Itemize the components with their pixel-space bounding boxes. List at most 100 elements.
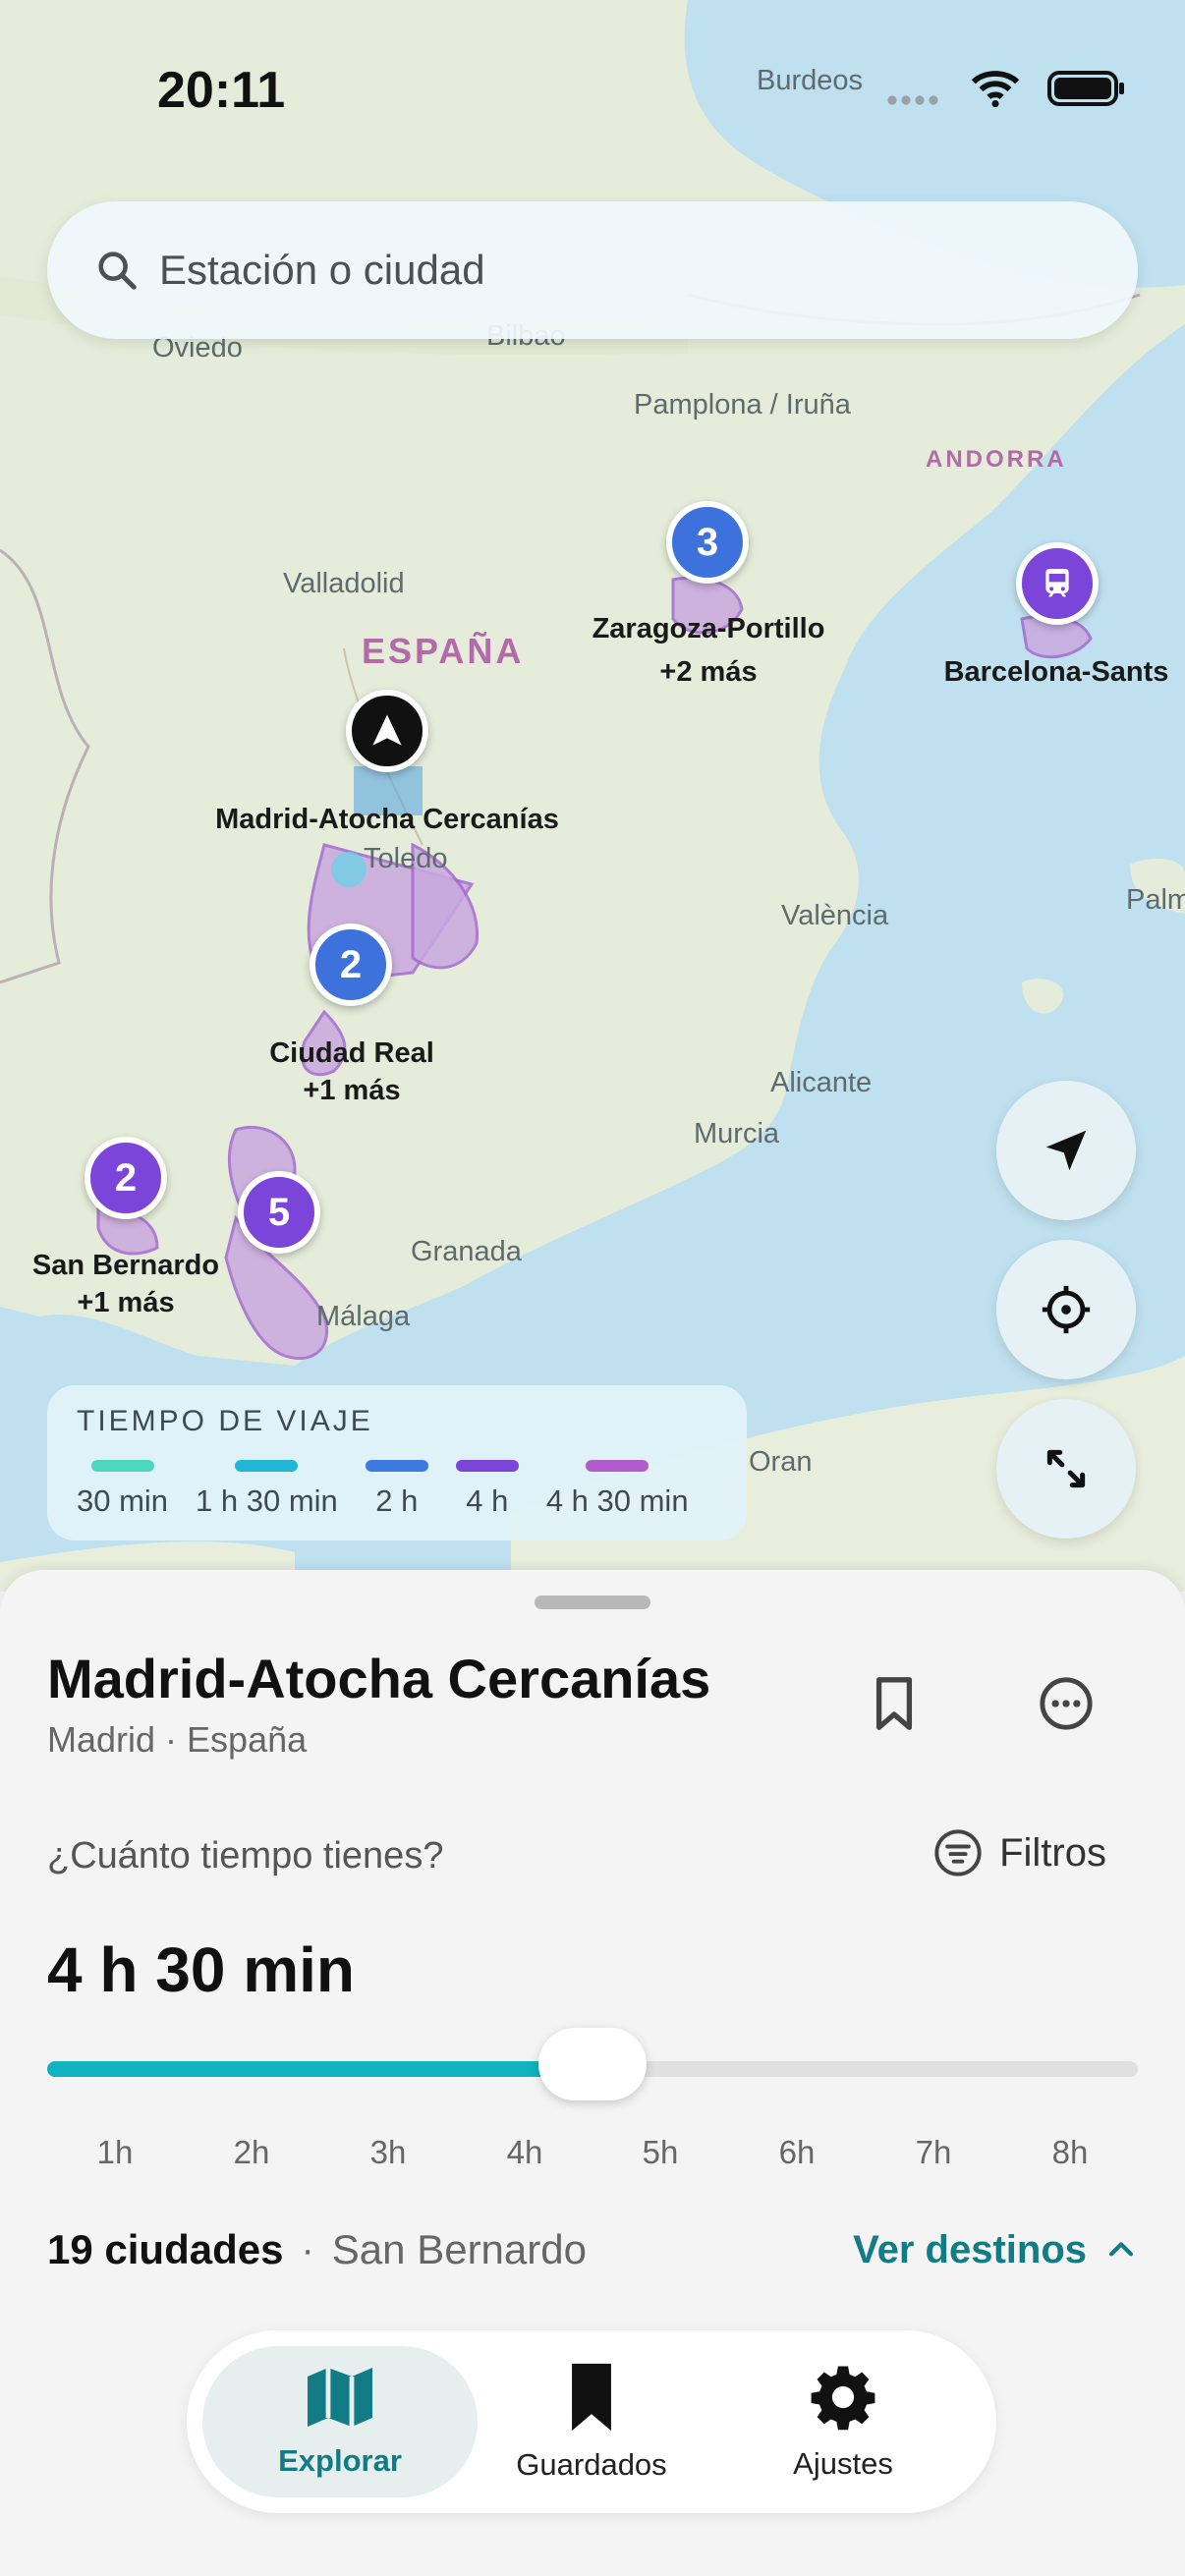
map-label-andorra: ANDORRA	[926, 446, 1067, 473]
map-label-valladolid: Valladolid	[283, 568, 405, 599]
legend-item: 2 h	[365, 1460, 428, 1519]
slider-tick: 4h	[506, 2134, 543, 2170]
time-slider[interactable]	[47, 2028, 1138, 2100]
status-bar: 20:11	[0, 0, 1185, 196]
time-slider-fill	[47, 2061, 592, 2077]
station-subtitle: Madrid · España	[47, 1719, 308, 1760]
filters-label: Filtros	[999, 1830, 1106, 1875]
see-destinations-label: Ver destinos	[853, 2227, 1087, 2271]
map-label-granada: Granada	[411, 1236, 522, 1267]
legend-label: 1 h 30 min	[196, 1484, 338, 1518]
tab-label: Guardados	[516, 2447, 667, 2482]
status-time: 20:11	[157, 62, 286, 119]
see-destinations-button[interactable]: Ver destinos	[853, 2228, 1138, 2272]
slider-tick: 7h	[915, 2134, 952, 2170]
map-icon	[308, 2368, 372, 2427]
legend-swatch	[455, 1460, 519, 1472]
tab-ajustes[interactable]: Ajustes	[705, 2346, 981, 2497]
filter-icon	[934, 1829, 982, 1876]
station-label-barcelona: Barcelona-Sants	[943, 656, 1169, 688]
time-slider-thumb[interactable]	[538, 2028, 647, 2100]
save-station-button[interactable]	[855, 1664, 933, 1743]
legend-label: 2 h	[375, 1484, 419, 1518]
cluster-pin-zaragoza[interactable]: 3	[666, 501, 749, 584]
map-label-oran: Oran	[749, 1446, 813, 1478]
legend-label: 4 h 30 min	[545, 1484, 689, 1518]
travel-time-legend: TIEMPO DE VIAJE 30 min 1 h 30 min 2 h 4 …	[47, 1385, 747, 1540]
map-view[interactable]: Burdeos Oviedo Bilbao Pamplona / Iruña A…	[0, 0, 1185, 1592]
legend-title: TIEMPO DE VIAJE	[77, 1405, 373, 1437]
legend-swatch	[365, 1460, 428, 1472]
gear-icon	[811, 2366, 875, 2431]
location-arrow-icon	[1045, 1130, 1087, 1171]
search-bar[interactable]: Estación o ciudad	[47, 201, 1138, 339]
navigation-icon	[372, 714, 402, 746]
slider-tick: 2h	[233, 2134, 270, 2170]
results-summary: 19 ciudades · San Bernardo Ver destinos	[47, 2226, 1138, 2273]
legend-item: 30 min	[77, 1460, 168, 1519]
cluster-pin-ciudad-real[interactable]: 2	[310, 924, 392, 1006]
cluster-label-san-bernardo: San Bernardo	[31, 1250, 220, 1281]
slider-tick: 6h	[778, 2134, 816, 2170]
bookmark-icon	[572, 2363, 611, 2432]
filters-button[interactable]: Filtros	[932, 1827, 1106, 1878]
time-question: ¿Cuánto tiempo tienes?	[47, 1835, 444, 1876]
tab-guardados[interactable]: Guardados	[454, 2346, 729, 2497]
cluster-more-ciudad-real: +1 más	[303, 1075, 401, 1106]
legend-label: 30 min	[77, 1484, 169, 1518]
station-title: Madrid-Atocha Cercanías	[47, 1648, 711, 1709]
tab-label: Explorar	[278, 2443, 402, 2478]
legend-swatch	[586, 1460, 649, 1472]
map-label-valencia: València	[781, 900, 889, 931]
expand-icon	[1046, 1449, 1086, 1488]
legend-label: 4 h	[466, 1484, 509, 1518]
slider-tick: 1h	[96, 2134, 134, 2170]
slider-tick: 8h	[1051, 2134, 1089, 2170]
more-icon	[1040, 1677, 1093, 1730]
slider-tick: 5h	[642, 2134, 679, 2170]
map-label-alicante: Alicante	[770, 1067, 873, 1098]
search-icon	[98, 252, 137, 290]
tab-label: Ajustes	[793, 2446, 893, 2481]
station-pin-barcelona[interactable]	[1016, 542, 1099, 625]
battery-icon	[1047, 71, 1124, 106]
origin-name: San Bernardo	[331, 2226, 587, 2272]
map-label-malaga: Málaga	[316, 1301, 411, 1332]
slider-tick: 3h	[369, 2134, 407, 2170]
sheet-grabber[interactable]	[535, 1596, 650, 1609]
map-label-espana: ESPAÑA	[362, 631, 525, 671]
separator-dot: ·	[301, 2227, 314, 2271]
origin-pin-madrid[interactable]	[346, 690, 428, 772]
search-input[interactable]: Estación o ciudad	[159, 247, 485, 294]
cluster-pin-san-bernardo[interactable]: 2	[85, 1137, 167, 1219]
more-options-button[interactable]	[1027, 1664, 1105, 1743]
bookmark-icon	[875, 1677, 913, 1730]
legend-item: 4 h 30 min	[546, 1460, 689, 1519]
tab-explorar[interactable]: Explorar	[202, 2346, 478, 2497]
legend-swatch	[90, 1460, 154, 1472]
map-label-pamplona: Pamplona / Iruña	[634, 389, 851, 420]
map-label-palma: Palm	[1126, 884, 1185, 916]
wifi-icon	[971, 71, 1020, 108]
legend-item: 1 h 30 min	[196, 1460, 338, 1519]
selected-duration: 4 h 30 min	[47, 1934, 355, 2005]
cluster-label-zaragoza: Zaragoza-Portillo	[592, 613, 825, 644]
legend-swatch	[235, 1460, 299, 1472]
signal-icon	[887, 95, 938, 105]
locate-me-button[interactable]	[996, 1081, 1136, 1220]
crosshair-icon	[1042, 1285, 1091, 1334]
origin-label-madrid: Madrid-Atocha Cercanías	[215, 804, 559, 835]
cities-count: 19 ciudades	[47, 2226, 284, 2272]
center-map-button[interactable]	[996, 1240, 1136, 1379]
cluster-more-zaragoza: +2 más	[659, 656, 758, 688]
cluster-pin-andalucia[interactable]: 5	[238, 1171, 320, 1254]
slider-ticks: 1h 2h 3h 4h 5h 6h 7h 8h	[47, 2134, 1138, 2183]
cluster-label-ciudad-real: Ciudad Real	[269, 1037, 434, 1069]
expand-map-button[interactable]	[996, 1399, 1136, 1539]
legend-item: 4 h	[455, 1460, 519, 1519]
train-icon	[1045, 569, 1069, 597]
map-label-toledo: Toledo	[364, 843, 448, 874]
cluster-more-san-bernardo: +1 más	[77, 1287, 175, 1318]
map-label-murcia: Murcia	[694, 1118, 780, 1149]
chevron-up-icon	[1108, 2242, 1134, 2257]
